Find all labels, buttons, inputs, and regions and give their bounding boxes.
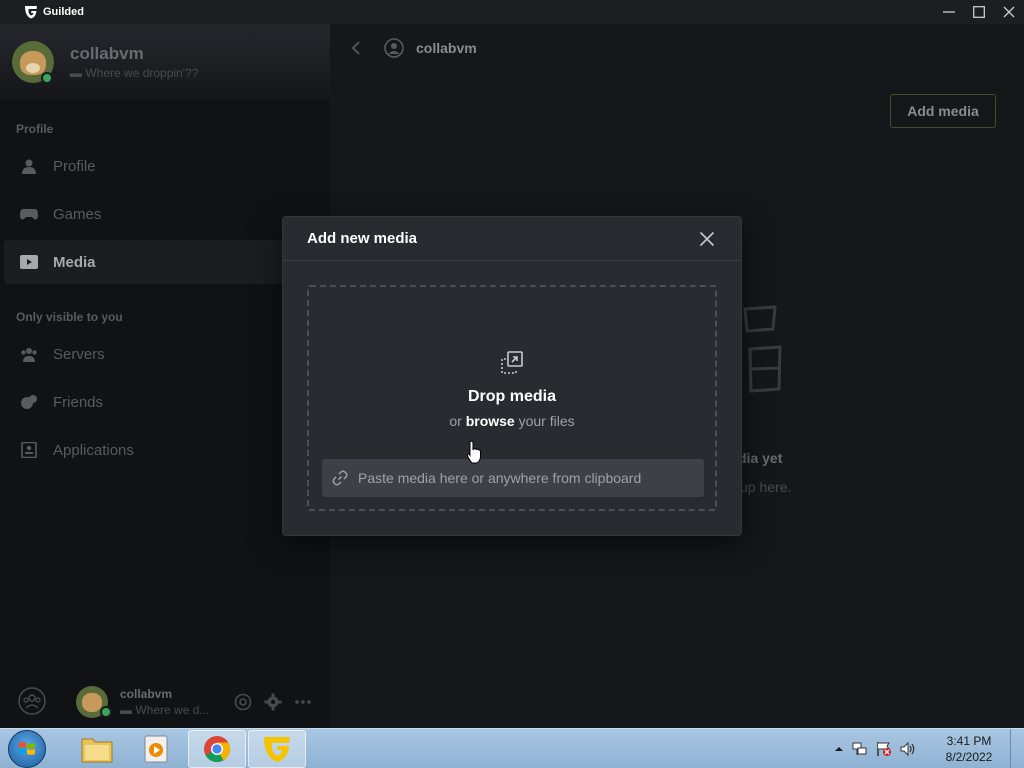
window-titlebar: Guilded (0, 0, 1024, 24)
footer-online-dot (100, 706, 112, 718)
taskbar-chrome[interactable] (188, 729, 246, 768)
chrome-icon (204, 735, 231, 762)
guilded-logo-icon (25, 6, 37, 19)
paste-placeholder: Paste media here or anywhere from clipbo… (358, 470, 642, 486)
volume-icon[interactable] (900, 741, 916, 757)
clock-date: 8/2/2022 (945, 750, 993, 764)
empty-state-subtitle: up here. (740, 479, 792, 495)
empty-media-illustration-icon (743, 305, 782, 393)
empty-state-title: dia yet (738, 450, 783, 466)
taskbar-media-player[interactable] (128, 730, 186, 768)
sidebar-item-media[interactable]: Media (4, 240, 324, 284)
browse-files-link[interactable]: browse (466, 413, 515, 429)
user-circle-icon (384, 38, 404, 58)
modal-title: Add new media (307, 230, 418, 247)
system-tray: 3:41 PM 8/2/2022 (834, 729, 1024, 768)
user-icon (22, 159, 36, 174)
maximize-button[interactable] (964, 0, 994, 24)
show-hidden-icons-icon[interactable] (834, 745, 844, 753)
sidebar-item-profile[interactable]: Profile (4, 144, 324, 188)
mention-icon[interactable] (234, 693, 252, 711)
guilded-logo-icon (264, 736, 290, 762)
header-username: collabvm (416, 40, 477, 56)
application-icon (21, 442, 37, 458)
start-button[interactable] (8, 729, 46, 768)
show-desktop-button[interactable] (1010, 729, 1024, 768)
minimize-button[interactable] (934, 0, 964, 24)
sidebar-item-applications[interactable]: Applications (4, 428, 324, 472)
drop-media-subtitle: or browse your files (449, 413, 575, 429)
footer-status: ▬ Where we d... (120, 703, 210, 717)
modal-close-button[interactable] (697, 229, 717, 249)
action-center-icon[interactable] (876, 741, 892, 757)
windows-taskbar: 3:41 PM 8/2/2022 (0, 728, 1024, 768)
taskbar-guilded[interactable] (248, 729, 306, 768)
upload-media-icon (501, 351, 523, 374)
hand-cursor-icon (466, 440, 481, 464)
paste-clipboard-field[interactable]: Paste media here or anywhere from clipbo… (322, 459, 704, 497)
group-icon (21, 348, 37, 362)
sidebar-item-friends[interactable]: Friends (4, 380, 324, 424)
close-icon (1003, 6, 1015, 18)
back-arrow-icon[interactable] (350, 40, 362, 56)
sidebar-item-games[interactable]: Games (4, 192, 324, 236)
friends-icon (21, 395, 37, 409)
media-player-icon (144, 735, 168, 762)
more-options-icon[interactable] (294, 693, 312, 711)
section-label-private: Only visible to you (16, 310, 123, 324)
community-icon[interactable] (17, 686, 47, 716)
app-name: Guilded (43, 6, 84, 18)
profile-header: collabvm ▬ Where we droppin'?? (0, 24, 330, 100)
play-icon (20, 255, 38, 269)
main-header: collabvm (330, 24, 1024, 72)
link-icon (332, 470, 348, 486)
minimize-icon (943, 11, 955, 13)
online-status-dot (41, 72, 53, 84)
folder-icon (81, 738, 113, 762)
network-icon[interactable] (852, 741, 868, 757)
close-icon (699, 231, 715, 247)
add-media-modal: Add new media Drop media or browse your … (282, 216, 742, 536)
profile-sidebar: collabvm ▬ Where we droppin'?? Profile P… (0, 24, 330, 728)
windows-logo-icon (19, 741, 35, 755)
add-media-button[interactable]: Add media (890, 94, 996, 128)
close-window-button[interactable] (994, 0, 1024, 24)
profile-status: ▬ Where we droppin'?? (70, 66, 199, 80)
media-dropzone[interactable]: Drop media or browse your files Paste me… (307, 285, 717, 511)
section-label-profile: Profile (16, 122, 54, 136)
sidebar-item-servers[interactable]: Servers (4, 332, 324, 376)
profile-username: collabvm (70, 44, 144, 63)
footer-username: collabvm (120, 687, 173, 701)
maximize-icon (973, 6, 985, 18)
gear-icon[interactable] (264, 693, 282, 711)
taskbar-explorer[interactable] (68, 730, 126, 768)
clock-time: 3:41 PM (946, 734, 992, 748)
drop-media-title: Drop media (467, 388, 556, 405)
system-clock[interactable]: 3:41 PM 8/2/2022 (934, 733, 1004, 765)
sidebar-footer: collabvm ▬ Where we d... (0, 676, 330, 728)
gamepad-icon (20, 209, 38, 220)
